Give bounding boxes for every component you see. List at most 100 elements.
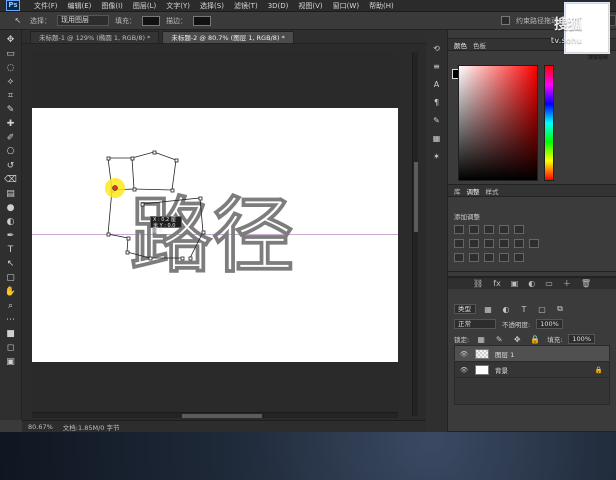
adjustment-layer-icon[interactable]: ◐ (528, 279, 535, 288)
path-select-icon[interactable]: ↖ (4, 258, 18, 269)
layer-row-1[interactable]: 👁 图层 1 (455, 346, 609, 362)
lock-move-icon[interactable]: ✥ (511, 333, 523, 345)
filter-pixel-icon[interactable]: ▦ (482, 303, 494, 315)
levels-icon[interactable] (469, 225, 479, 234)
visibility-eye-icon[interactable]: 👁 (459, 366, 469, 374)
menu-help[interactable]: 帮助(H) (369, 1, 394, 11)
trash-icon[interactable]: 🗑 (581, 279, 591, 288)
filter-shape-icon[interactable]: ▢ (536, 303, 548, 315)
menu-3d[interactable]: 3D(D) (268, 2, 289, 10)
gradient-map-icon[interactable] (499, 253, 509, 262)
brightness-icon[interactable] (454, 225, 464, 234)
photo-filter-icon[interactable] (499, 239, 509, 248)
quickmask-icon[interactable]: ◻ (4, 342, 18, 353)
hue-sat-icon[interactable] (454, 239, 464, 248)
posterize-icon[interactable] (469, 253, 479, 262)
canvas-area[interactable]: 路径 X : 0.2 厘米 Y : 0.0 厘米 (22, 44, 426, 420)
vertical-scrollbar[interactable] (412, 52, 418, 416)
filter-type-icon[interactable]: T (518, 303, 530, 315)
select-dropdown[interactable]: 现用图层 (57, 15, 109, 26)
more-icon[interactable]: ⋯ (4, 314, 18, 325)
path-selection-icon[interactable]: ↖ (12, 15, 24, 27)
color-picker-area[interactable] (458, 65, 538, 181)
selective-color-icon[interactable] (514, 253, 524, 262)
doc-tab-1[interactable]: 未标题-1 @ 129% (椭圆 1, RGB/8) * (30, 31, 160, 43)
stamp-icon[interactable]: ⎔ (4, 146, 18, 157)
menu-type[interactable]: 文字(Y) (166, 1, 190, 11)
lock-all-icon[interactable]: 🔒 (529, 333, 541, 345)
menu-window[interactable]: 窗口(W) (333, 1, 359, 11)
invert-icon[interactable] (454, 253, 464, 262)
tab-adjustments[interactable]: 调整 (467, 186, 480, 196)
menu-layer[interactable]: 图层(L) (133, 1, 156, 11)
swatches-icon[interactable]: ▦ (431, 132, 443, 144)
fx-icon[interactable]: fx (493, 279, 501, 288)
hue-slider[interactable] (544, 65, 554, 181)
crop-icon[interactable]: ⌗ (4, 90, 18, 101)
fill-field[interactable]: 100% (568, 334, 595, 344)
history-icon[interactable]: ⟲ (431, 42, 443, 54)
menu-view[interactable]: 视图(V) (298, 1, 322, 11)
menu-edit[interactable]: 编辑(E) (68, 1, 92, 11)
constrain-checkbox[interactable] (501, 16, 510, 25)
dodge-icon[interactable]: ◐ (4, 216, 18, 227)
quick-select-icon[interactable]: ⟡ (4, 76, 18, 87)
char-icon[interactable]: A (431, 78, 443, 90)
menu-file[interactable]: 文件(F) (34, 1, 58, 11)
shape-icon[interactable]: ▢ (4, 272, 18, 283)
fgbg-icon[interactable]: ■ (4, 328, 18, 339)
lasso-icon[interactable]: ◌ (4, 62, 18, 73)
kind-filter[interactable]: 类型 (454, 304, 476, 314)
channel-mixer-icon[interactable] (514, 239, 524, 248)
curves-icon[interactable] (484, 225, 494, 234)
link-icon[interactable]: ⛓ (473, 279, 483, 288)
type-icon[interactable]: T (4, 244, 18, 255)
new-layer-icon[interactable]: ＋ (563, 278, 571, 289)
stroke-swatch[interactable] (193, 15, 211, 26)
healing-icon[interactable]: ✚ (4, 118, 18, 129)
gradient-icon[interactable]: ▤ (4, 188, 18, 199)
visibility-eye-icon[interactable]: 👁 (459, 350, 469, 358)
zoom-icon[interactable]: ⌕ (4, 300, 18, 311)
opacity-field[interactable]: 100% (536, 319, 563, 329)
move-icon[interactable]: ✥ (4, 34, 18, 45)
hand-icon[interactable]: ✋ (4, 286, 18, 297)
eraser-icon[interactable]: ⌫ (4, 174, 18, 185)
menu-filter[interactable]: 滤镜(T) (234, 1, 258, 11)
color-lookup-icon[interactable] (529, 239, 539, 248)
tab-styles[interactable]: 样式 (486, 186, 499, 196)
styles-icon[interactable]: ✶ (431, 150, 443, 162)
horizontal-scrollbar[interactable] (32, 412, 398, 418)
filter-adjust-icon[interactable]: ◐ (500, 303, 512, 315)
brush-settings-icon[interactable]: ✎ (431, 114, 443, 126)
exposure-icon[interactable] (499, 225, 509, 234)
history-brush-icon[interactable]: ↺ (4, 160, 18, 171)
color-balance-icon[interactable] (469, 239, 479, 248)
pen-icon[interactable]: ✒ (4, 230, 18, 241)
horizontal-scroll-thumb[interactable] (182, 414, 262, 418)
screen-mode-icon[interactable]: ▣ (4, 356, 18, 367)
threshold-icon[interactable] (484, 253, 494, 262)
lock-paint-icon[interactable]: ✎ (493, 333, 505, 345)
tab-library[interactable]: 库 (454, 186, 461, 196)
workspace-select[interactable]: 基本功能 (564, 15, 616, 26)
mask-icon[interactable]: ▣ (511, 279, 519, 288)
group-icon[interactable]: ▭ (545, 279, 553, 288)
fill-swatch[interactable] (142, 15, 160, 26)
vertical-scroll-thumb[interactable] (414, 162, 418, 232)
marquee-icon[interactable]: ▭ (4, 48, 18, 59)
doc-tab-2[interactable]: 未标题-2 @ 80.7% (图层 1, RGB/8) * (162, 31, 294, 43)
properties-icon[interactable]: ≡ (431, 60, 443, 72)
tab-swatches[interactable]: 色板 (473, 40, 486, 50)
tab-color[interactable]: 颜色 (454, 40, 467, 50)
layer-row-background[interactable]: 👁 背景 🔒 (455, 362, 609, 378)
bw-icon[interactable] (484, 239, 494, 248)
paragraph-icon[interactable]: ¶ (431, 96, 443, 108)
blend-mode-select[interactable]: 正常 (454, 319, 496, 329)
filter-smart-icon[interactable]: ⧉ (554, 303, 566, 315)
vibrance-icon[interactable] (514, 225, 524, 234)
lock-transparent-icon[interactable]: ▦ (475, 333, 487, 345)
menu-select[interactable]: 选择(S) (200, 1, 224, 11)
menu-image[interactable]: 图像(I) (101, 1, 123, 11)
blur-icon[interactable]: ● (4, 202, 18, 213)
